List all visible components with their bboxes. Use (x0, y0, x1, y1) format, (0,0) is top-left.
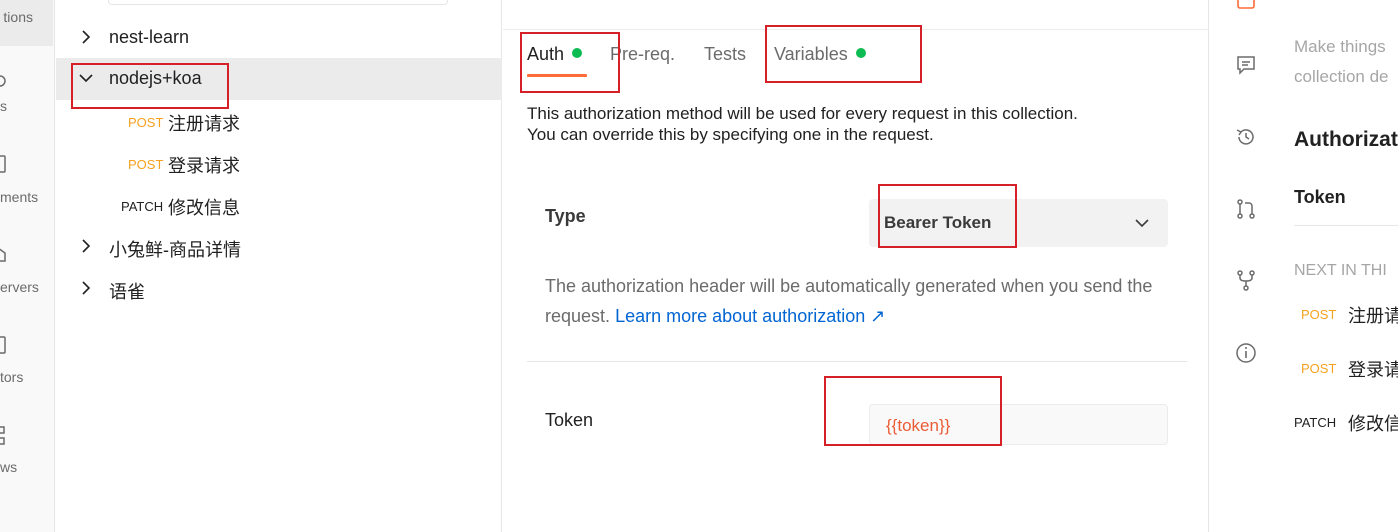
apis-icon (0, 75, 6, 87)
auth-description-line: You can override this by specifying one … (527, 125, 934, 144)
type-label: Type (545, 206, 586, 226)
method-badge: POST (1301, 307, 1337, 322)
rail-item-environments-label: ments (0, 189, 39, 205)
tree-folder-xiaotuxian[interactable]: 小兔鲜-商品详情 (56, 226, 502, 268)
fork-icon[interactable] (1234, 268, 1258, 292)
chevron-right-icon[interactable] (78, 238, 94, 254)
auth-help-text: The authorization header will be automat… (545, 271, 1175, 331)
pull-request-icon[interactable] (1234, 197, 1258, 221)
next-in-heading: NEXT IN THI (1294, 262, 1387, 279)
tab-label: Tests (704, 44, 747, 64)
rail-item-flows-label: ws (0, 459, 18, 475)
learn-more-link[interactable]: Learn more about authorization ↗ (615, 306, 885, 326)
tree-request-register[interactable]: POST 注册请求 (56, 100, 502, 142)
mock-servers-icon (0, 248, 6, 262)
tab-auth[interactable]: Auth (527, 44, 583, 65)
tree-request-label: 登录请求 (168, 156, 240, 176)
tab-tests[interactable]: Tests (704, 44, 746, 65)
method-badge: POST (128, 157, 164, 172)
divider (1294, 225, 1398, 226)
status-dot (855, 48, 866, 58)
right-info-panel: Make things collection de Authorizat Tok… (1210, 0, 1398, 532)
chevron-right-icon[interactable] (78, 29, 94, 45)
method-badge: PATCH (1294, 415, 1337, 430)
placeholder-line: Make things (1294, 37, 1386, 56)
tab-label: Auth (527, 44, 565, 64)
active-tab-indicator (527, 74, 587, 77)
collection-auth-panel: Auth Pre-req. Tests Variables This autho… (503, 0, 1209, 532)
flows-icon (0, 426, 5, 445)
next-request-label: 注册请 (1348, 306, 1398, 326)
history-icon[interactable] (1234, 125, 1258, 149)
divider (527, 361, 1187, 362)
token-label: Token (545, 410, 594, 430)
tab-label: Variables (774, 44, 848, 64)
comments-icon[interactable] (1234, 53, 1258, 77)
tree-request-label: 注册请求 (168, 114, 240, 134)
placeholder-line: collection de (1294, 67, 1389, 86)
documentation-icon[interactable] (1234, 0, 1258, 12)
auth-description: This authorization method will be used f… (527, 103, 1187, 145)
next-request-label: 修改信 (1348, 414, 1398, 434)
info-icon[interactable] (1234, 341, 1258, 365)
rail-item-monitors-label: tors (0, 369, 24, 385)
tree-folder-label: 语雀 (109, 282, 145, 302)
tab-label: Pre-req. (610, 44, 676, 64)
token-value: {{token}} (886, 416, 951, 435)
auth-description-line: This authorization method will be used f… (527, 104, 1078, 123)
tab-variables[interactable]: Variables (774, 44, 866, 65)
rail-item-apis-label: s (0, 98, 7, 114)
collection-tree: nest-learn nodejs+koa POST 注册请求 POST 登录请… (56, 0, 502, 532)
authorization-type: Token (1294, 187, 1346, 207)
collection-description-placeholder[interactable]: Make things collection de (1294, 32, 1389, 92)
search-input[interactable] (108, 0, 448, 5)
monitors-icon (0, 336, 6, 354)
tree-request-update-info[interactable]: PATCH 修改信息 (56, 184, 502, 226)
method-badge: POST (1301, 361, 1337, 376)
tree-request-login[interactable]: POST 登录请求 (56, 142, 502, 184)
rail-item-mock-servers-label: ervers (0, 279, 39, 295)
tree-folder-yuque[interactable]: 语雀 (56, 268, 502, 310)
auth-type-select[interactable]: Bearer Token (869, 199, 1168, 247)
environments-icon (0, 155, 6, 173)
next-request-label: 登录请 (1348, 360, 1398, 380)
token-input[interactable]: {{token}} (869, 404, 1168, 445)
chevron-down-icon[interactable] (78, 70, 94, 86)
sidebar-rail: tions s ments ervers tors ws (0, 0, 55, 532)
chevron-down-icon (1135, 219, 1149, 228)
header-strip (503, 0, 1209, 30)
tab-pre-request[interactable]: Pre-req. (610, 44, 675, 65)
tree-folder-label: nest-learn (109, 27, 190, 47)
tree-folder-label: 小兔鲜-商品详情 (109, 240, 241, 260)
method-badge: POST (128, 115, 164, 130)
auth-type-value: Bearer Token (884, 213, 992, 232)
tree-folder-nodejs-koa[interactable]: nodejs+koa (56, 58, 502, 100)
tree-request-label: 修改信息 (168, 198, 240, 218)
tree-folder-label: nodejs+koa (109, 68, 202, 88)
authorization-heading: Authorizat (1294, 128, 1398, 151)
chevron-right-icon[interactable] (78, 280, 94, 296)
tree-folder-nest-learn[interactable]: nest-learn (56, 17, 502, 59)
status-dot (572, 48, 583, 58)
method-badge: PATCH (121, 199, 164, 214)
